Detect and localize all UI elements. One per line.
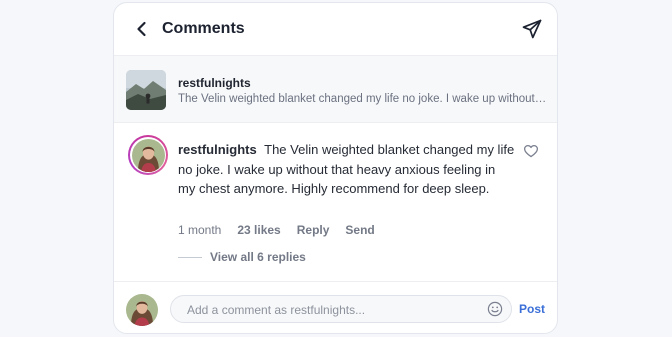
heart-outline-icon <box>523 144 539 158</box>
divider <box>178 256 202 258</box>
view-replies-button[interactable]: View all 6 replies <box>178 250 306 264</box>
post-username[interactable]: restfulnights <box>178 76 251 90</box>
reply-button[interactable]: Reply <box>297 223 330 237</box>
comment-input[interactable] <box>185 296 479 324</box>
post-thumbnail <box>126 70 166 110</box>
post-caption: The Velin weighted blanket changed my li… <box>178 93 548 105</box>
comment-item: restfulnights The Velin weighted blanket… <box>114 123 557 281</box>
send-button[interactable]: Send <box>345 223 374 237</box>
avatar[interactable] <box>128 135 168 175</box>
comment-body: restfulnights The Velin weighted blanket… <box>178 140 516 199</box>
post-preview[interactable]: restfulnights The Velin weighted blanket… <box>114 56 557 123</box>
comment-timestamp: 1 month <box>178 223 222 237</box>
likes-count[interactable]: 23 likes <box>237 223 280 237</box>
like-button[interactable] <box>523 143 539 159</box>
emoji-button[interactable] <box>487 301 503 317</box>
comment-meta: 1 month 23 likes Reply Send <box>178 223 391 237</box>
back-button[interactable] <box>130 17 154 41</box>
user-avatar <box>126 294 158 326</box>
share-button[interactable] <box>519 16 545 42</box>
post-button[interactable]: Post <box>519 302 545 316</box>
comment-composer: Post <box>114 281 557 333</box>
comment-username[interactable]: restfulnights <box>178 142 257 157</box>
comments-panel: Comments restfulnights The Velin weighte… <box>113 2 558 334</box>
paper-plane-icon <box>522 19 542 39</box>
page-title: Comments <box>162 20 245 37</box>
smiley-icon <box>487 301 503 317</box>
view-replies-label: View all 6 replies <box>210 250 306 264</box>
chevron-left-icon <box>137 21 146 37</box>
comment-input-wrapper <box>170 295 512 324</box>
comments-header: Comments <box>114 3 557 56</box>
